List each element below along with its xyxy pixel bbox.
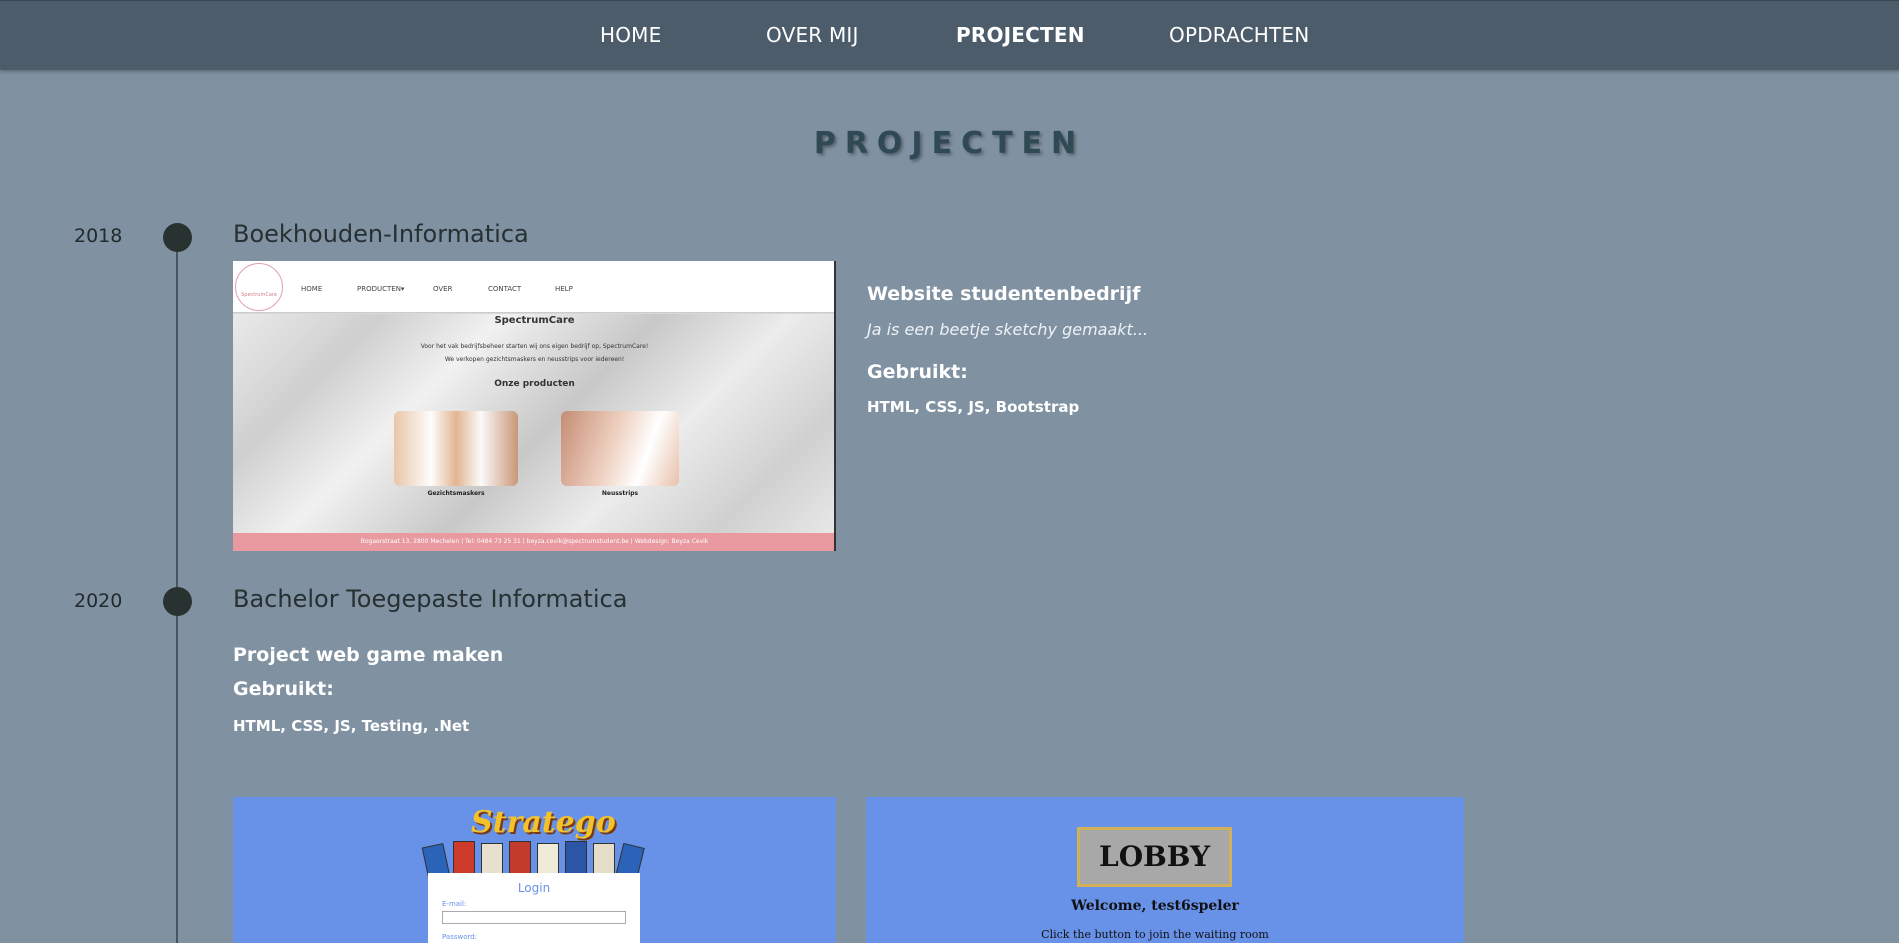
screenshot-nav-item: PRODUCTEN▾: [357, 285, 405, 293]
screenshot-heading: SpectrumCare: [494, 315, 575, 326]
top-nav: HOME OVER MIJ PROJECTEN OPDRACHTEN: [0, 0, 1899, 70]
timeline-dot: [163, 223, 192, 252]
screenshot-footer: Bogaerstraat 13, 2800 Mechelen | Tel: 04…: [233, 533, 834, 551]
screenshot-header: SpectrumCare HOME PRODUCTEN▾ OVER CONTAC…: [233, 261, 834, 313]
lobby-button: LOBBY: [1077, 827, 1232, 887]
lobby-instruction: Click the button to join the waiting roo…: [1041, 928, 1269, 941]
login-form: Login E-mail: Password:: [428, 873, 640, 943]
lobby-screenshot: LOBBY Welcome, test6speler Click the but…: [866, 797, 1464, 943]
tech-list: HTML, CSS, JS, Bootstrap: [867, 398, 1080, 416]
page-title: PROJECTEN: [813, 126, 1086, 161]
screenshot-text: We verkopen gezichtsmaskers en neusstrip…: [444, 356, 625, 363]
nav-projecten[interactable]: PROJECTEN: [956, 23, 1085, 47]
email-field: [442, 911, 626, 924]
nav-over-mij[interactable]: OVER MIJ: [766, 23, 859, 47]
timeline-dot: [163, 587, 192, 616]
project-subtitle: Project web game maken: [233, 644, 504, 666]
email-label: E-mail:: [442, 900, 467, 908]
welcome-text: Welcome, test6speler: [1071, 898, 1239, 914]
screenshot-nav-item: CONTACT: [488, 285, 522, 293]
screenshot-nav-item: OVER: [433, 285, 453, 293]
product-label: Neusstrips: [601, 490, 639, 497]
nav-home[interactable]: HOME: [600, 23, 661, 47]
timeline-year-2018: 2018: [74, 225, 123, 247]
timeline-year-2020: 2020: [74, 590, 123, 612]
spectrumcare-screenshot: SpectrumCare HOME PRODUCTEN▾ OVER CONTAC…: [233, 261, 836, 551]
product-image-strips: [561, 411, 679, 486]
screenshot-products-heading: Onze producten: [494, 379, 575, 389]
tech-list: HTML, CSS, JS, Testing, .Net: [233, 717, 470, 735]
product-label: Gezichtsmaskers: [427, 490, 485, 497]
project-note: Ja is een beetje sketchy gemaakt...: [867, 320, 1149, 339]
project-subtitle: Website studentenbedrijf: [867, 283, 1141, 305]
stratego-logo: Stratego: [471, 805, 616, 840]
screenshot-nav-item: HELP: [555, 285, 573, 293]
login-title: Login: [517, 881, 551, 895]
screenshot-text: Voor het vak bedrijfsbeheer starten wij …: [420, 343, 649, 350]
project-title: Boekhouden-Informatica: [233, 220, 529, 248]
nav-opdrachten[interactable]: OPDRACHTEN: [1169, 23, 1309, 47]
used-label: Gebruikt:: [233, 678, 334, 700]
stratego-login-screenshot: Stratego Login E-mail: Password:: [233, 797, 836, 943]
product-image-masks: [394, 411, 518, 486]
project-title: Bachelor Toegepaste Informatica: [233, 585, 628, 613]
used-label: Gebruikt:: [867, 361, 968, 383]
password-label: Password:: [442, 933, 478, 941]
screenshot-nav-item: HOME: [301, 285, 323, 293]
spectrumcare-logo-icon: SpectrumCare: [235, 263, 283, 311]
